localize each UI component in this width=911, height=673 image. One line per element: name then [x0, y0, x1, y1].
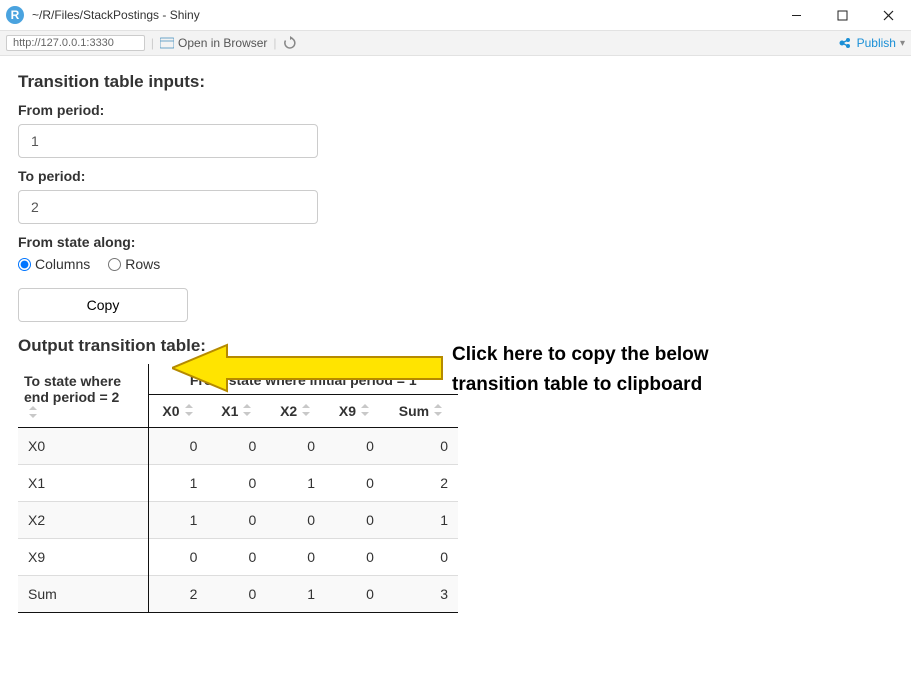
rstudio-icon: R [6, 6, 24, 24]
cell: 2 [384, 465, 458, 502]
address-bar[interactable]: http://127.0.0.1:3330 [6, 35, 145, 51]
row-label: X2 [18, 502, 148, 539]
cell: 1 [148, 502, 207, 539]
inputs-heading: Transition table inputs: [18, 72, 893, 92]
publish-icon [837, 36, 853, 50]
browser-icon [160, 37, 174, 49]
close-button[interactable] [865, 0, 911, 30]
radio-columns-label: Columns [35, 256, 90, 272]
table-row: X0 0 0 0 0 0 [18, 428, 458, 465]
copy-button[interactable]: Copy [18, 288, 188, 322]
cell: 1 [266, 465, 325, 502]
toolbar: http://127.0.0.1:3330 | Open in Browser … [0, 30, 911, 56]
radio-rows-label: Rows [125, 256, 160, 272]
to-period-input[interactable] [18, 190, 318, 224]
titlebar: R ~/R/Files/StackPostings - Shiny [0, 0, 911, 30]
row-label: Sum [18, 576, 148, 613]
cell: 2 [148, 576, 207, 613]
transition-table: To state where end period = 2 From state… [18, 364, 458, 613]
content-area: Transition table inputs: From period: To… [0, 56, 911, 623]
refresh-icon [283, 36, 297, 50]
window-controls [773, 0, 911, 30]
cell: 0 [325, 539, 384, 576]
to-period-label: To period: [18, 168, 893, 184]
sort-icon [360, 404, 370, 416]
publish-label: Publish [857, 36, 896, 50]
sort-icon [433, 404, 443, 416]
row-group-header[interactable]: To state where end period = 2 [18, 364, 148, 428]
cell: 0 [384, 428, 458, 465]
radio-columns[interactable]: Columns [18, 256, 90, 272]
table-row: Sum 2 0 1 0 3 [18, 576, 458, 613]
radio-rows-input[interactable] [108, 258, 121, 271]
cell: 0 [148, 428, 207, 465]
cell: 0 [148, 539, 207, 576]
table-row: X2 1 0 0 0 1 [18, 502, 458, 539]
radio-rows[interactable]: Rows [108, 256, 160, 272]
minimize-button[interactable] [773, 0, 819, 30]
cell: 0 [207, 428, 266, 465]
separator: | [151, 36, 154, 50]
refresh-button[interactable] [283, 36, 297, 50]
col-group-header: From state where initial period = 1 [148, 364, 458, 395]
from-state-along-radio-group: Columns Rows [18, 256, 893, 272]
col-x9[interactable]: X9 [325, 395, 384, 428]
cell: 0 [325, 465, 384, 502]
caret-down-icon: ▾ [900, 38, 905, 49]
row-label: X0 [18, 428, 148, 465]
cell: 0 [325, 502, 384, 539]
cell: 0 [325, 576, 384, 613]
cell: 0 [384, 539, 458, 576]
open-in-browser-label: Open in Browser [178, 36, 267, 50]
from-period-input[interactable] [18, 124, 318, 158]
table-row: X1 1 0 1 0 2 [18, 465, 458, 502]
cell: 1 [266, 576, 325, 613]
publish-button[interactable]: Publish ▾ [837, 36, 905, 50]
window-title: ~/R/Files/StackPostings - Shiny [32, 8, 773, 22]
cell: 0 [207, 576, 266, 613]
radio-columns-input[interactable] [18, 258, 31, 271]
row-group-header-text: To state where end period = 2 [24, 373, 121, 405]
row-label: X9 [18, 539, 148, 576]
cell: 3 [384, 576, 458, 613]
transition-table-container: To state where end period = 2 From state… [18, 364, 458, 613]
row-label: X1 [18, 465, 148, 502]
cell: 1 [384, 502, 458, 539]
cell: 0 [207, 539, 266, 576]
cell: 0 [266, 428, 325, 465]
from-period-label: From period: [18, 102, 893, 118]
output-heading: Output transition table: [18, 336, 893, 356]
from-state-along-label: From state along: [18, 234, 893, 250]
sort-icon [28, 406, 38, 418]
cell: 0 [266, 502, 325, 539]
sort-icon [301, 404, 311, 416]
col-x0[interactable]: X0 [148, 395, 207, 428]
table-body: X0 0 0 0 0 0 X1 1 0 1 0 2 X2 1 [18, 428, 458, 613]
cell: 0 [325, 428, 384, 465]
col-sum[interactable]: Sum [384, 395, 458, 428]
cell: 1 [148, 465, 207, 502]
sort-icon [184, 404, 194, 416]
open-in-browser-button[interactable]: Open in Browser [160, 36, 267, 50]
cell: 0 [207, 502, 266, 539]
separator: | [273, 36, 276, 50]
table-row: X9 0 0 0 0 0 [18, 539, 458, 576]
cell: 0 [266, 539, 325, 576]
maximize-button[interactable] [819, 0, 865, 30]
cell: 0 [207, 465, 266, 502]
col-x1[interactable]: X1 [207, 395, 266, 428]
col-x2[interactable]: X2 [266, 395, 325, 428]
sort-icon [242, 404, 252, 416]
